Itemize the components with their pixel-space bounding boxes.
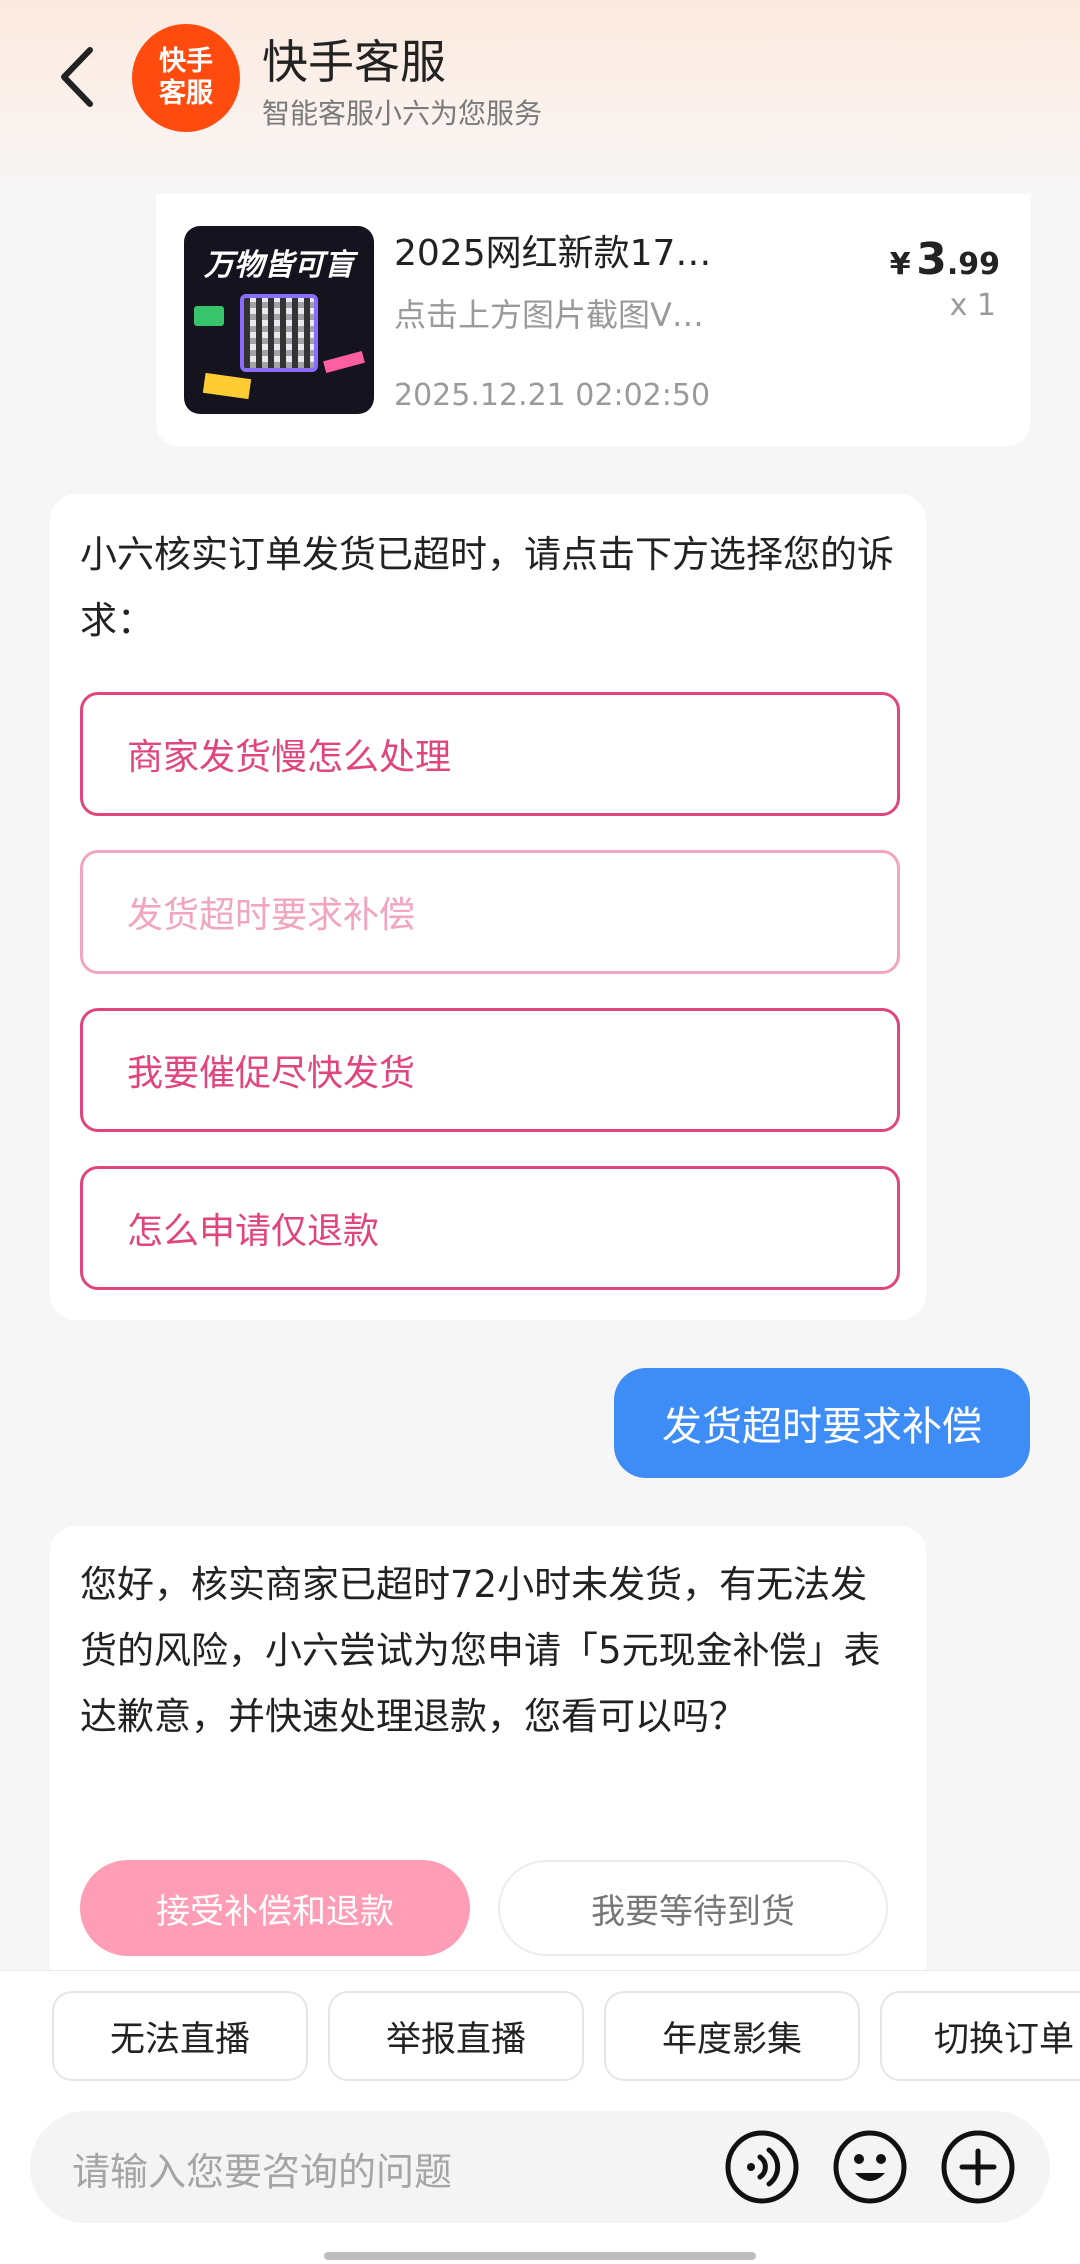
- product-price: ¥ 3.99: [890, 234, 1000, 285]
- message-input[interactable]: 请输入您要咨询的问题: [30, 2111, 1050, 2223]
- button-label: 我要等待到货: [591, 1891, 795, 1932]
- order-date: 2025.12.21 02:02:50: [394, 378, 711, 413]
- option-label: 发货超时要求补偿: [127, 895, 416, 936]
- emoji-button[interactable]: [830, 2127, 910, 2207]
- bot-message-bubble: 小六核实订单发货已超时，请点击下方选择您的诉求： 商家发货慢怎么处理 发货超时要…: [50, 494, 926, 1320]
- order-product-card[interactable]: 万物皆可盲 2025网红新款17… 点击上方图片截图V… 2025.12.21 …: [156, 194, 1030, 446]
- image-decoration: [323, 351, 365, 373]
- bottom-input-area: 无法直播 举报直播 年度影集 切换订单 请输入您要咨询的问题: [0, 1970, 1080, 2264]
- chip-label: 举报直播: [385, 2019, 526, 2060]
- option-button-compensation[interactable]: 发货超时要求补偿: [80, 850, 900, 974]
- qr-code-image: [240, 294, 318, 372]
- image-decoration: [194, 306, 224, 326]
- quick-chip-cannot-live[interactable]: 无法直播: [52, 1991, 308, 2081]
- user-message-text: 发货超时要求补偿: [662, 1404, 982, 1450]
- product-name: 2025网红新款17…: [394, 233, 712, 274]
- voice-button[interactable]: [722, 2127, 802, 2207]
- option-label: 我要催促尽快发货: [127, 1053, 416, 1094]
- image-decoration: [202, 372, 252, 400]
- page-subtitle: 智能客服小六为您服务: [262, 97, 543, 130]
- option-label: 商家发货慢怎么处理: [127, 737, 452, 778]
- plus-button[interactable]: [938, 2127, 1018, 2207]
- input-placeholder: 请输入您要咨询的问题: [72, 2150, 453, 2194]
- kuaishou-service-logo: 快手 客服: [132, 24, 240, 132]
- option-button-urge-shipping[interactable]: 我要催促尽快发货: [80, 1008, 900, 1132]
- user-message-bubble: 发货超时要求补偿: [614, 1368, 1030, 1478]
- chat-header: 快手 客服 快手客服 智能客服小六为您服务: [0, 0, 1080, 190]
- product-thumbnail[interactable]: 万物皆可盲: [184, 226, 374, 414]
- bot-message-bubble: 您好，核实商家已超时72小时未发货，有无法发货的风险，小六尝试为您申请「5元现金…: [50, 1526, 926, 2006]
- accept-compensation-button[interactable]: 接受补偿和退款: [80, 1860, 470, 1956]
- product-description: 点击上方图片截图V…: [394, 296, 704, 334]
- home-indicator[interactable]: [324, 2252, 756, 2260]
- chevron-left-icon: [61, 47, 93, 107]
- chip-label: 无法直播: [109, 2019, 250, 2060]
- page-title: 快手客服: [262, 35, 446, 89]
- product-quantity: x 1: [949, 288, 996, 323]
- price-decimal: .99: [946, 247, 1000, 282]
- emoji-icon: [833, 2130, 907, 2204]
- chip-label: 切换订单: [934, 2019, 1075, 2060]
- product-image-title: 万物皆可盲: [204, 248, 354, 283]
- bot-message-text: 小六核实订单发货已超时，请点击下方选择您的诉求：: [80, 533, 894, 642]
- plus-icon: [941, 2130, 1015, 2204]
- quick-chip-report-live[interactable]: 举报直播: [328, 1991, 584, 2081]
- voice-icon: [725, 2130, 799, 2204]
- price-currency: ¥: [889, 247, 911, 282]
- quick-chip-switch-order[interactable]: 切换订单: [880, 1991, 1080, 2081]
- quick-chip-annual-album[interactable]: 年度影集: [604, 1991, 860, 2081]
- bot-message-text: 您好，核实商家已超时72小时未发货，有无法发货的风险，小六尝试为您申请「5元现金…: [80, 1563, 881, 1738]
- back-button[interactable]: [48, 42, 108, 112]
- wait-for-delivery-button[interactable]: 我要等待到货: [498, 1860, 888, 1956]
- logo-line1: 快手: [159, 46, 213, 77]
- option-button-slow-shipping[interactable]: 商家发货慢怎么处理: [80, 692, 900, 816]
- logo-line2: 客服: [159, 78, 213, 109]
- chip-label: 年度影集: [661, 2019, 802, 2060]
- option-label: 怎么申请仅退款: [127, 1211, 380, 1252]
- price-integer: 3: [916, 234, 947, 285]
- option-button-refund-only[interactable]: 怎么申请仅退款: [80, 1166, 900, 1290]
- button-label: 接受补偿和退款: [156, 1891, 394, 1932]
